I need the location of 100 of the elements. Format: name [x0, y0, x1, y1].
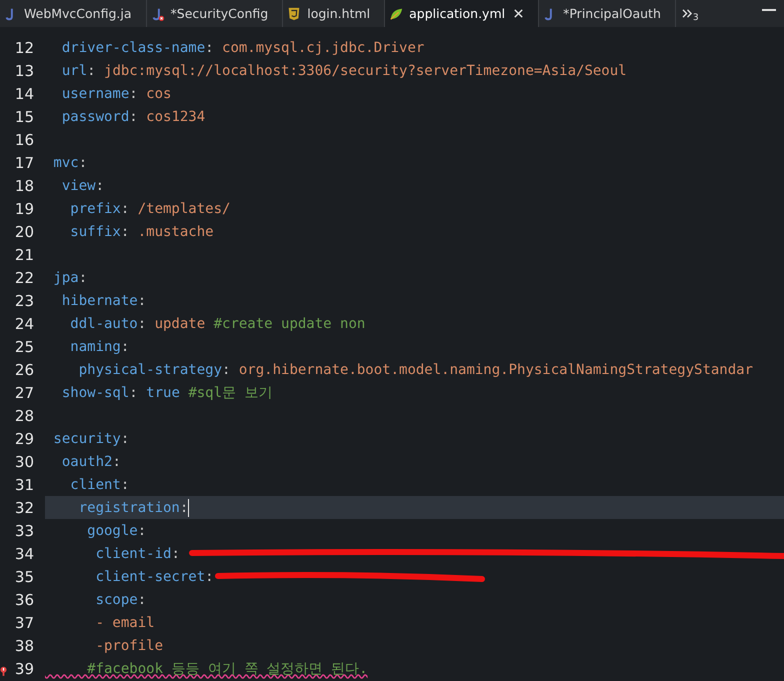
yaml-key: security	[45, 430, 121, 446]
html-file-icon	[287, 6, 302, 20]
colon: :	[120, 224, 130, 240]
yaml-value: jdbc:mysql://localhost:3306/security?serverTimezone=Asia/Seoul	[104, 62, 627, 78]
line-number: 20	[14, 222, 34, 240]
colon: :	[205, 40, 215, 56]
line-number: 26	[14, 360, 34, 378]
yaml-key: physical-strategy	[45, 362, 222, 378]
yaml-key: prefix	[45, 200, 121, 216]
yaml-key: client	[45, 476, 121, 492]
code-comment: #sql문 보기	[188, 384, 272, 402]
editor-tab[interactable]: *SecurityConfig	[146, 0, 284, 27]
yaml-key: naming	[45, 338, 121, 354]
yaml-key: ddl-auto	[45, 316, 138, 332]
code-comment: #facebook 등등 여기 쪽 설정하면 된다.	[86, 660, 368, 678]
yaml-key: hibernate	[45, 292, 138, 308]
colon: :	[120, 430, 130, 446]
line-number: 13	[14, 62, 34, 80]
line-number: 30	[14, 452, 34, 470]
double-chevron-icon	[682, 9, 693, 18]
line-number: 21	[14, 246, 34, 264]
yaml-key: client-secret	[45, 568, 206, 584]
java-file-error-icon	[150, 6, 165, 20]
yaml-key: mvc	[45, 154, 79, 170]
more-tabs-button[interactable]: 3	[676, 0, 705, 27]
colon: :	[222, 362, 232, 378]
colon: :	[96, 178, 104, 194]
yaml-value: com.mysql.cj.jdbc.Driver	[222, 40, 424, 56]
colon: :	[129, 384, 139, 400]
line-number: 16	[14, 130, 34, 148]
colon: :	[205, 568, 214, 584]
text-cursor	[188, 498, 190, 516]
yaml-key: suffix	[45, 224, 121, 240]
line-number: 36	[14, 590, 34, 608]
yaml-key: registration	[45, 500, 180, 516]
colon: :	[138, 522, 146, 538]
line-number: 22	[14, 268, 34, 286]
yaml-key: driver-class-name	[45, 40, 206, 56]
warning-marker-icon[interactable]	[0, 666, 7, 676]
colon: :	[138, 292, 146, 308]
line-number: 31	[14, 476, 34, 494]
colon: :	[120, 338, 130, 354]
yaml-value: cos	[146, 86, 172, 102]
tab-label: WebMvcConfig.ja	[24, 6, 132, 21]
leaf-icon	[389, 6, 404, 20]
line-number: 19	[14, 200, 34, 218]
colon: :	[78, 270, 88, 286]
line-number: 14	[14, 84, 34, 102]
colon: :	[120, 200, 130, 216]
yaml-key: scope	[45, 592, 138, 608]
close-icon[interactable]	[513, 8, 524, 19]
yaml-key: username	[45, 86, 130, 102]
line-number: 32	[14, 498, 34, 516]
colon: :	[138, 592, 146, 608]
colon: :	[138, 316, 148, 332]
yaml-value: org.hibernate.boot.model.naming.PhysicalNamingStrategyStandar	[238, 362, 754, 378]
tab-label: *SecurityConfig	[170, 6, 268, 21]
line-number: 23	[14, 292, 34, 310]
editor-tab[interactable]: application.yml	[385, 0, 540, 27]
line-number: 15	[14, 108, 34, 126]
yaml-value: - email	[94, 614, 155, 630]
yaml-key: client-id	[45, 546, 172, 562]
tab-label: application.yml	[409, 6, 506, 21]
yaml-value: /templates/	[138, 200, 230, 216]
line-number: 17	[14, 154, 34, 172]
yaml-key: url	[45, 62, 88, 78]
yaml-value: .mustache	[138, 224, 214, 240]
line-number: 24	[14, 314, 34, 332]
line-number: 18	[14, 176, 34, 194]
line-number: 25	[14, 338, 34, 356]
tab-label: login.html	[307, 6, 370, 21]
line-number: 35	[14, 568, 34, 586]
colon: :	[129, 108, 139, 124]
line-number: 28	[14, 406, 34, 424]
line-number: 37	[14, 614, 34, 632]
tab-label: *PrincipalOauth	[563, 6, 661, 21]
line-number: 27	[14, 384, 34, 402]
colon: :	[171, 546, 181, 562]
yaml-key: show-sql	[45, 384, 130, 400]
yaml-key: view	[45, 178, 96, 194]
yaml-key: google	[45, 522, 138, 538]
line-number: 33	[14, 522, 34, 540]
colon: :	[180, 500, 188, 516]
code-comment: #create update non	[214, 316, 366, 332]
line-number: 29	[14, 430, 34, 448]
line-number: 12	[14, 38, 34, 56]
yaml-key: password	[45, 108, 130, 124]
yaml-value: update	[154, 316, 206, 332]
line-number: 34	[14, 544, 34, 562]
yaml-value: -profile	[94, 638, 164, 654]
colon: :	[78, 154, 88, 170]
colon: :	[120, 476, 130, 492]
colon: :	[87, 62, 97, 78]
yaml-value: cos1234	[146, 108, 206, 124]
line-number: 38	[14, 636, 34, 654]
yaml-value: true	[146, 384, 181, 400]
yaml-key: oauth2	[45, 454, 112, 470]
yaml-key: jpa	[45, 270, 79, 286]
colon: :	[112, 454, 121, 470]
colon: :	[129, 86, 139, 102]
